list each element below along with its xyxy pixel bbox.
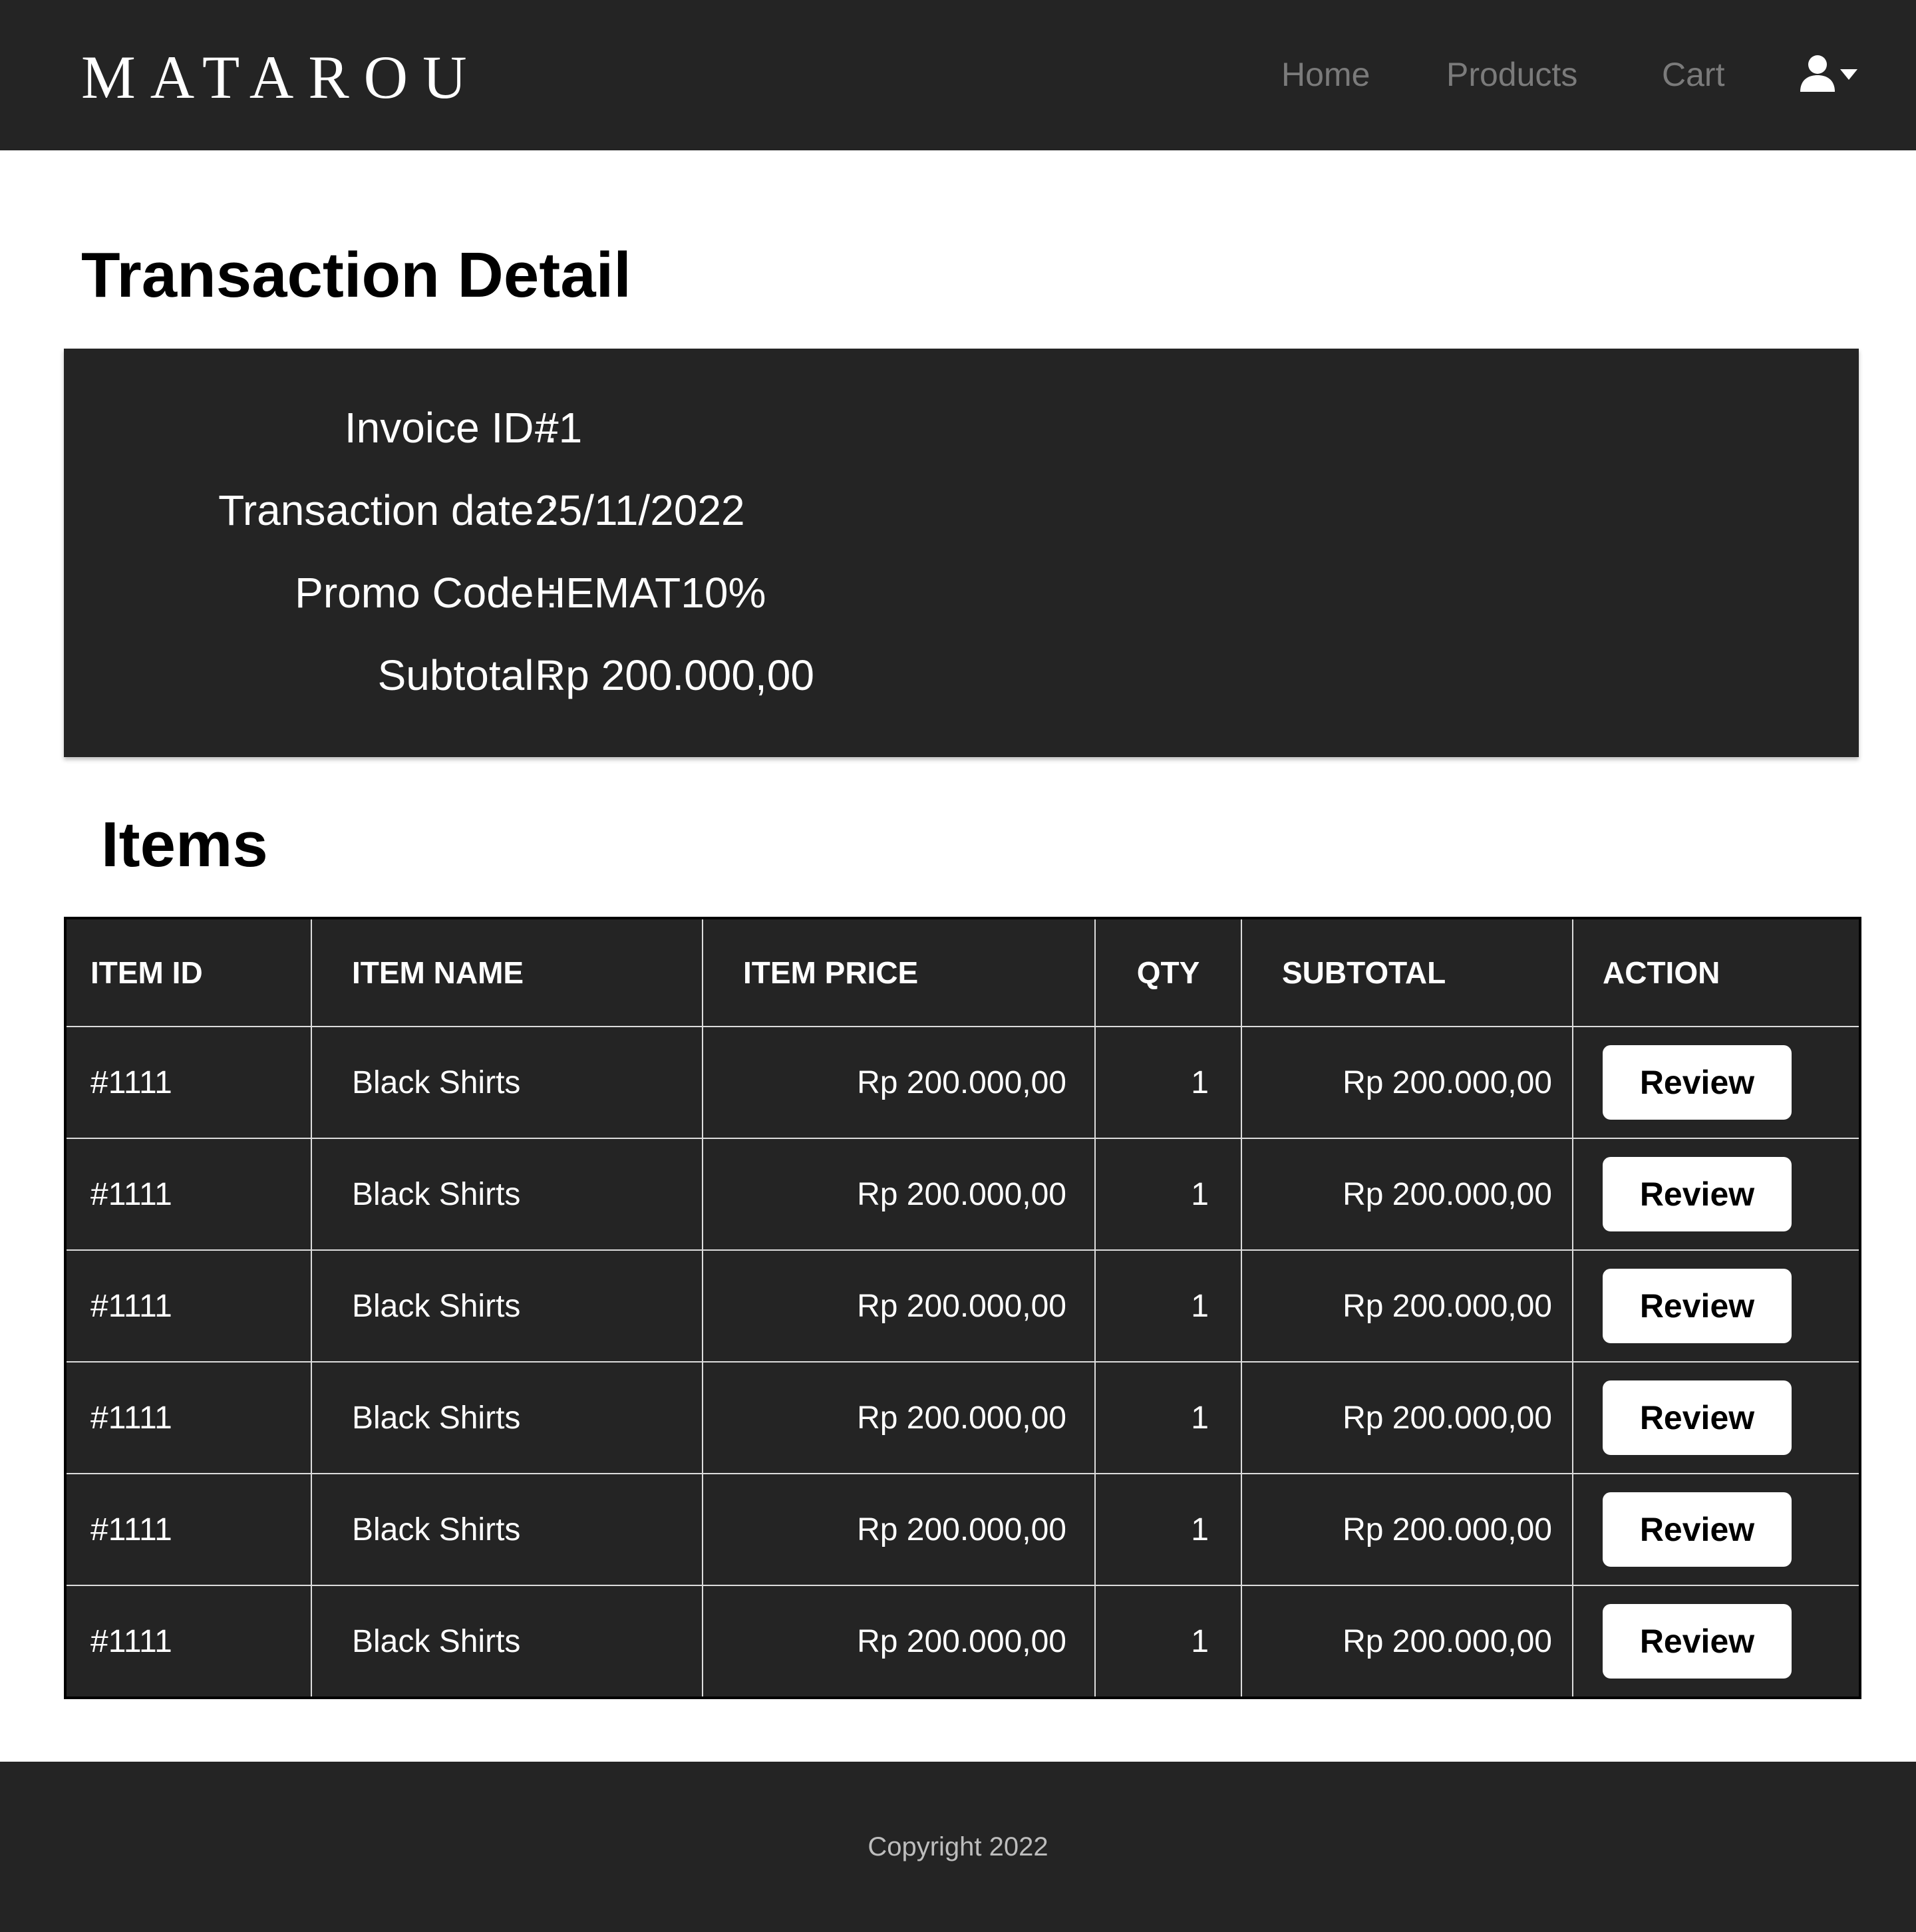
item-price-cell: Rp 200.000,00 [702,1473,1096,1586]
item-name-cell: Black Shirts [311,1473,703,1586]
subtotal-value: Rp 200.000,00 [535,651,814,699]
copyright-text: Copyright 2022 [868,1832,1048,1861]
column-header-item-name: ITEM NAME [311,918,703,1027]
nav-link-cart[interactable]: Cart [1662,53,1724,96]
promo-code-row: Promo Code : HEMAT10% [64,563,1859,623]
item-name-cell: Black Shirts [311,1361,703,1474]
table-row: #1111 Black Shirts Rp 200.000,00 1 Rp 20… [65,1585,1860,1698]
item-qty-cell: 1 [1094,1249,1242,1363]
review-button[interactable]: Review [1603,1604,1792,1679]
item-subtotal-cell: Rp 200.000,00 [1241,1585,1573,1698]
item-subtotal-cell: Rp 200.000,00 [1241,1249,1573,1363]
item-name-cell: Black Shirts [311,1138,703,1251]
item-id-cell: #1111 [65,1473,312,1586]
item-price-cell: Rp 200.000,00 [702,1585,1096,1698]
item-id-cell: #1111 [65,1138,312,1251]
caret-down-icon [1840,69,1857,80]
item-action-cell: Review [1572,1473,1860,1586]
item-id-cell: #1111 [65,1361,312,1474]
item-qty-cell: 1 [1094,1361,1242,1474]
promo-code-value: HEMAT10% [535,569,766,617]
subtotal-row: Subtotal : Rp 200.000,00 [64,645,1859,705]
table-row: #1111 Black Shirts Rp 200.000,00 1 Rp 20… [65,1249,1860,1363]
page-title: Transaction Detail [81,240,631,311]
item-price-cell: Rp 200.000,00 [702,1249,1096,1363]
item-id-cell: #1111 [65,1249,312,1363]
table-row: #1111 Black Shirts Rp 200.000,00 1 Rp 20… [65,1473,1860,1586]
item-qty-cell: 1 [1094,1473,1242,1586]
transaction-detail-panel: Invoice ID : #1 Transaction date : 25/11… [64,349,1859,757]
item-subtotal-cell: Rp 200.000,00 [1241,1138,1573,1251]
subtotal-label: Subtotal : [377,651,558,699]
item-subtotal-cell: Rp 200.000,00 [1241,1026,1573,1139]
nav-link-products[interactable]: Products [1446,53,1577,96]
items-title: Items [101,809,268,880]
brand-logo[interactable]: MATAROU [81,44,482,110]
item-price-cell: Rp 200.000,00 [702,1361,1096,1474]
transaction-date-row: Transaction date : 25/11/2022 [64,480,1859,540]
invoice-row: Invoice ID : #1 [64,398,1859,458]
transaction-date-value: 25/11/2022 [535,486,745,534]
items-table: ITEM ID ITEM NAME ITEM PRICE QTY SUBTOTA… [64,917,1861,1699]
review-button[interactable]: Review [1603,1492,1792,1567]
table-row: #1111 Black Shirts Rp 200.000,00 1 Rp 20… [65,1138,1860,1251]
review-button[interactable]: Review [1603,1157,1792,1231]
column-header-subtotal: SUBTOTAL [1241,918,1573,1027]
item-price-cell: Rp 200.000,00 [702,1138,1096,1251]
item-price-cell: Rp 200.000,00 [702,1026,1096,1139]
item-name-cell: Black Shirts [311,1026,703,1139]
footer: Copyright 2022 [0,1762,1916,1932]
item-action-cell: Review [1572,1361,1860,1474]
review-button[interactable]: Review [1603,1045,1792,1120]
column-header-item-id: ITEM ID [65,918,312,1027]
table-row: #1111 Black Shirts Rp 200.000,00 1 Rp 20… [65,1026,1860,1139]
review-button[interactable]: Review [1603,1269,1792,1343]
item-id-cell: #1111 [65,1026,312,1139]
column-header-item-price: ITEM PRICE [702,918,1096,1027]
item-name-cell: Black Shirts [311,1585,703,1698]
invoice-label: Invoice ID : [344,404,558,452]
item-qty-cell: 1 [1094,1585,1242,1698]
user-menu-button[interactable] [1799,53,1859,96]
item-subtotal-cell: Rp 200.000,00 [1241,1473,1573,1586]
table-row: #1111 Black Shirts Rp 200.000,00 1 Rp 20… [65,1361,1860,1474]
item-action-cell: Review [1572,1138,1860,1251]
review-button[interactable]: Review [1603,1380,1792,1455]
navbar: MATAROU Home Products Cart [0,0,1916,150]
column-header-qty: QTY [1094,918,1242,1027]
column-header-action: ACTION [1572,918,1860,1027]
invoice-value: #1 [535,404,583,452]
item-action-cell: Review [1572,1585,1860,1698]
item-name-cell: Black Shirts [311,1249,703,1363]
item-qty-cell: 1 [1094,1138,1242,1251]
transaction-date-label: Transaction date : [218,486,558,534]
item-subtotal-cell: Rp 200.000,00 [1241,1361,1573,1474]
item-qty-cell: 1 [1094,1026,1242,1139]
promo-code-label: Promo Code : [295,569,558,617]
table-header-row: ITEM ID ITEM NAME ITEM PRICE QTY SUBTOTA… [65,918,1860,1027]
nav-link-home[interactable]: Home [1281,53,1370,96]
item-action-cell: Review [1572,1249,1860,1363]
item-id-cell: #1111 [65,1585,312,1698]
item-action-cell: Review [1572,1026,1860,1139]
